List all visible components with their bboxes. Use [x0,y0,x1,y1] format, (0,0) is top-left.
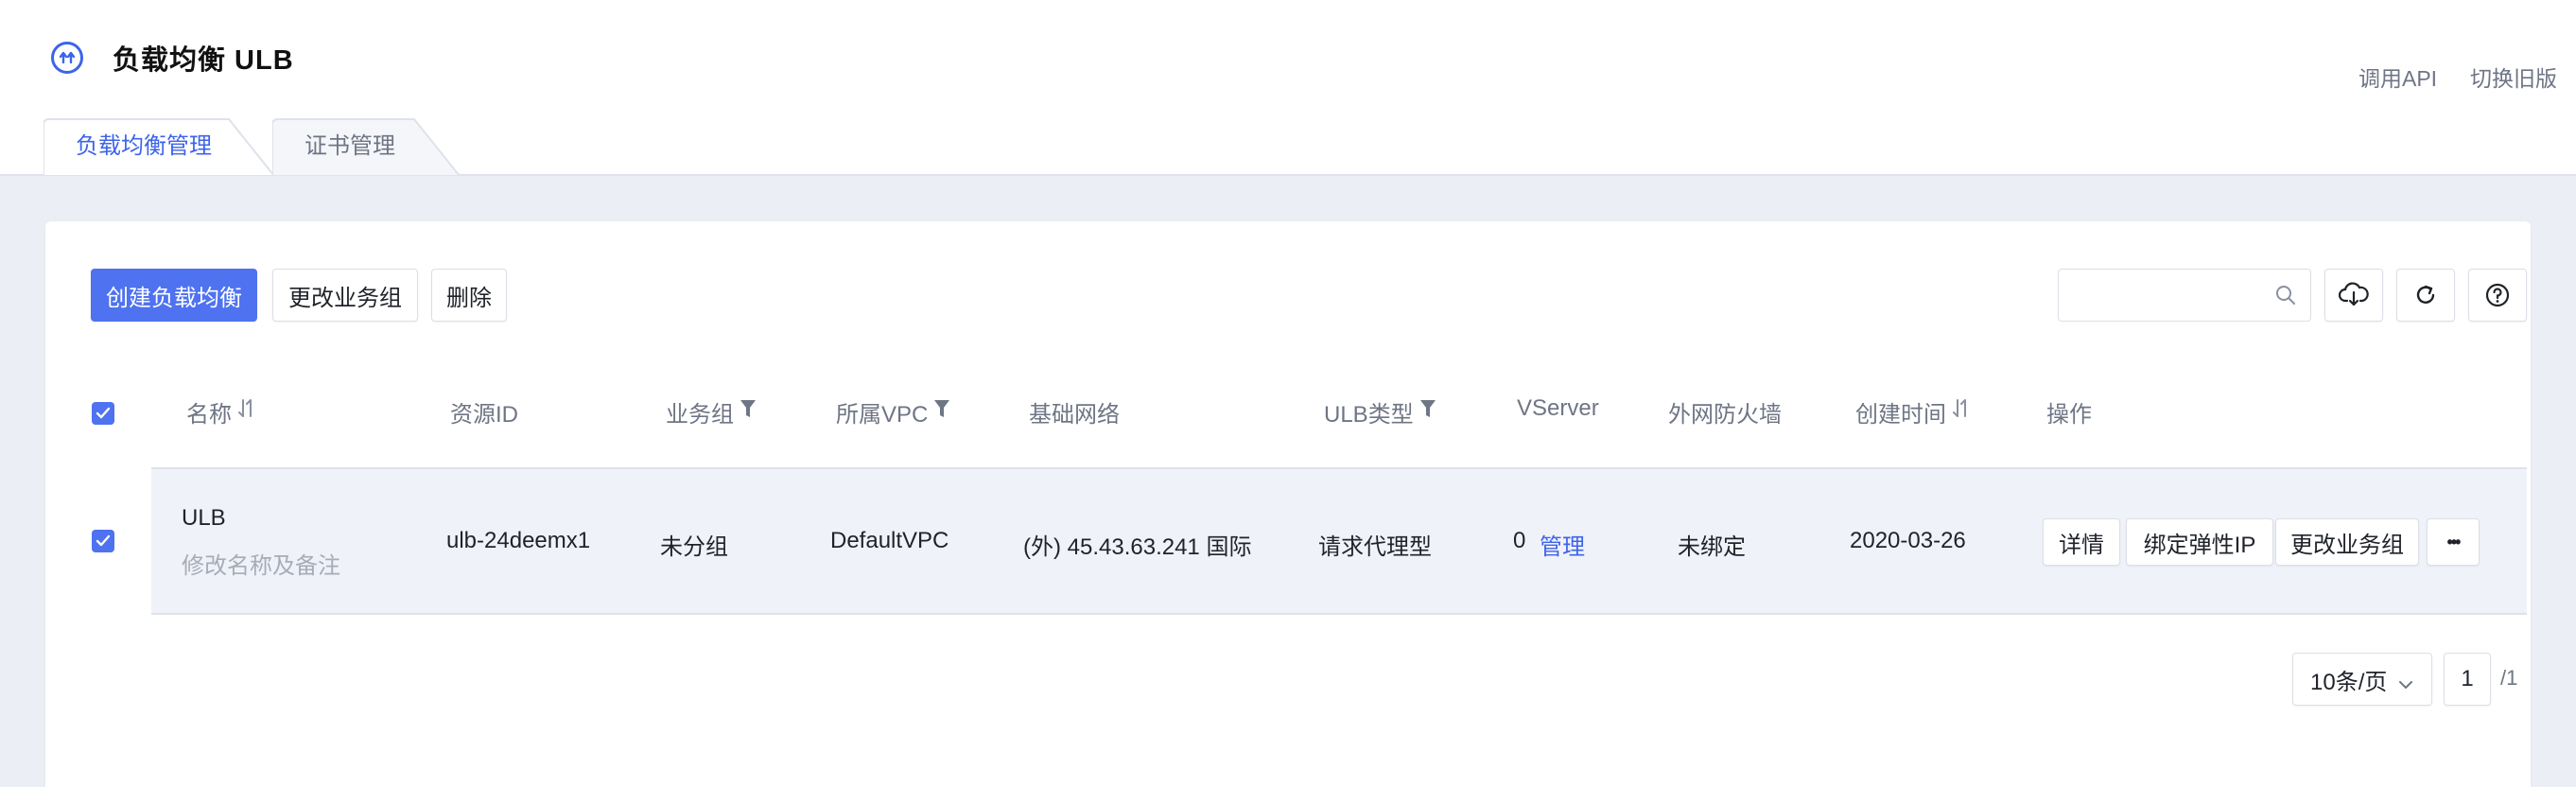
column-header-resource-id: 资源ID [450,402,518,428]
change-group-button[interactable]: 更改业务组 [272,269,418,322]
refresh-button[interactable] [2396,269,2455,322]
sort-icon[interactable] [237,397,256,427]
bind-eip-button[interactable]: 绑定弹性IP [2126,518,2273,566]
delete-button[interactable]: 删除 [431,269,507,322]
column-label: 名称 [186,402,232,428]
column-header-network: 基础网络 [1029,402,1120,428]
tab-certificate-management[interactable]: 证书管理 [272,117,460,176]
column-label: 业务组 [666,402,734,428]
column-label: 所属VPC [836,402,929,428]
refresh-icon [2416,285,2435,304]
page-title: 负载均衡 ULB [113,45,294,76]
row-resource-id: ulb-24deemx1 [446,528,591,553]
column-header-created[interactable]: 创建时间 [1855,395,1971,428]
manage-vserver-link[interactable]: 管理 [1540,528,1585,561]
detail-button[interactable]: 详情 [2043,518,2120,566]
sort-icon[interactable] [1952,397,1971,427]
ulb-logo-icon [51,42,83,74]
call-api-link[interactable]: 调用API [2358,61,2437,93]
tab-ulb-management[interactable]: 负载均衡管理 [44,117,274,176]
row-firewall: 未绑定 [1678,534,1746,560]
search-input[interactable] [2070,279,2259,311]
download-button[interactable] [2324,269,2383,322]
tab-label: 证书管理 [305,133,395,159]
select-all-checkbox[interactable] [92,402,114,425]
current-page-input[interactable]: 1 [2444,653,2491,706]
search-box[interactable] [2058,269,2311,322]
chevron-down-icon [2397,671,2414,697]
page-size-select[interactable]: 10条/页 [2292,653,2432,706]
row-change-group-button[interactable]: 更改业务组 [2275,518,2419,566]
row-name[interactable]: ULB [182,505,226,532]
filter-icon[interactable] [1419,398,1436,426]
page-header: 负载均衡 ULB 调用API 切换旧版 负载均衡管理 证书管理 [0,0,2576,176]
cloud-download-icon [2339,282,2369,306]
page-size-label: 10条/页 [2310,669,2388,695]
tab-label: 负载均衡管理 [76,133,212,159]
column-header-name[interactable]: 名称 [186,395,256,428]
row-created: 2020-03-26 [1850,528,1966,553]
filter-icon[interactable] [933,398,950,426]
column-header-firewall: 外网防火墙 [1668,402,1782,428]
row-vserver-count: 0 [1513,528,1526,553]
create-ulb-button[interactable]: 创建负载均衡 [91,269,257,322]
row-ulb-type: 请求代理型 [1318,534,1432,560]
column-header-group[interactable]: 业务组 [666,395,757,428]
column-label: ULB类型 [1324,402,1414,428]
row-network: (外) 45.43.63.241 国际 [1023,534,1252,560]
column-header-actions: 操作 [2046,402,2092,428]
column-header-vserver: VServer [1517,395,1599,421]
column-header-vpc[interactable]: 所属VPC [836,395,950,428]
edit-remark-link[interactable]: 修改名称及备注 [182,547,340,580]
search-icon[interactable] [2274,284,2297,311]
help-button[interactable] [2468,269,2527,322]
row-checkbox[interactable] [92,530,114,552]
more-actions-button[interactable]: ••• [2427,518,2480,566]
row-group: 未分组 [660,534,728,560]
filter-icon[interactable] [740,398,757,426]
row-vpc: DefaultVPC [830,528,949,553]
switch-old-version-link[interactable]: 切换旧版 [2470,61,2557,93]
total-pages: /1 [2500,666,2518,690]
help-icon [2485,283,2510,307]
column-header-ulb-type[interactable]: ULB类型 [1324,395,1436,428]
column-label: 创建时间 [1855,402,1946,428]
